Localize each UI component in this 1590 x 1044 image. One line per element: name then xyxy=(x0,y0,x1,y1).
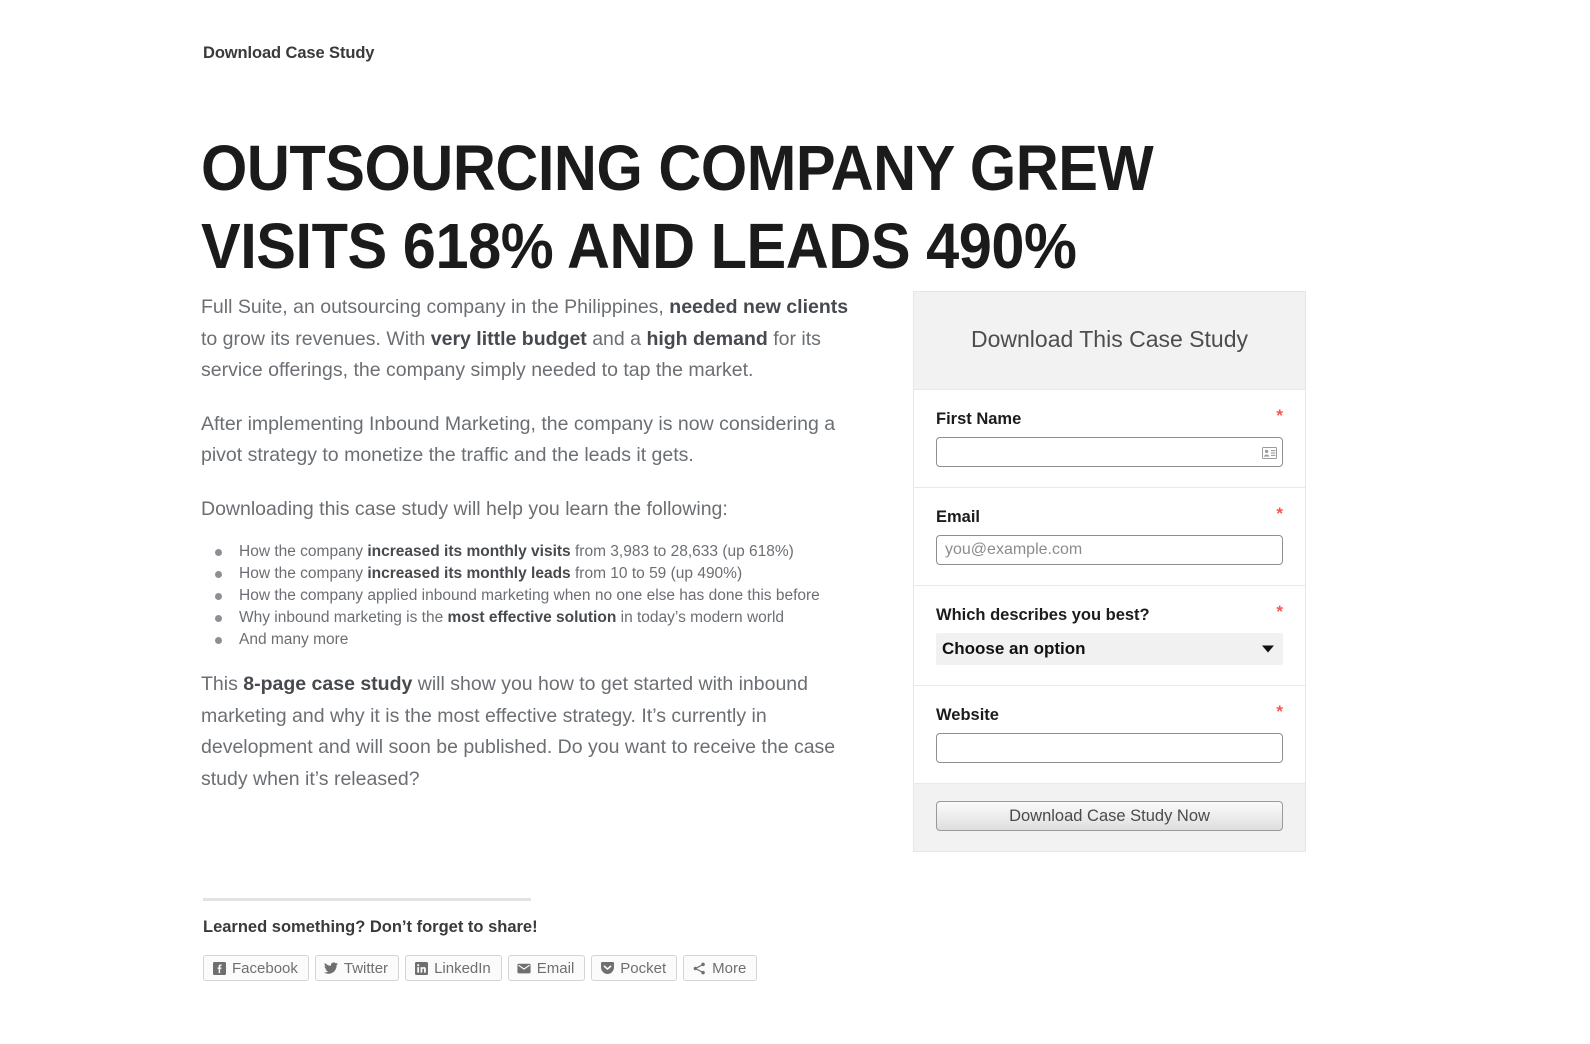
website-label: Website xyxy=(936,706,999,724)
required-asterisk: * xyxy=(1276,504,1283,523)
first-name-input[interactable] xyxy=(936,437,1283,467)
form-field-email: Email * xyxy=(914,487,1305,585)
describes-you-select[interactable]: Choose an option xyxy=(936,633,1283,665)
list-item: How the company applied inbound marketin… xyxy=(201,585,861,607)
form-field-first-name: First Name * xyxy=(914,389,1305,487)
second-paragraph: After implementing Inbound Marketing, th… xyxy=(201,412,836,467)
chevron-down-icon xyxy=(1262,645,1274,653)
article-body: Full Suite, an outsourcing company in th… xyxy=(201,292,861,817)
share-more-icon xyxy=(692,961,706,975)
pocket-icon xyxy=(600,961,614,975)
share-button-label: More xyxy=(712,959,747,977)
intro-paragraph: Full Suite, an outsourcing company in th… xyxy=(201,292,861,387)
list-item-pre: How the company applied inbound marketin… xyxy=(239,587,820,604)
twitter-icon xyxy=(323,961,338,975)
page-title: OUTSOURCING COMPANY GREW VISITS 618% AND… xyxy=(201,131,1154,282)
list-item-bold: increased its monthly visits xyxy=(367,543,571,560)
page-root: Download Case Study OUTSOURCING COMPANY … xyxy=(0,0,1590,1044)
first-name-label: First Name xyxy=(936,410,1022,428)
list-item: How the company increased its monthly vi… xyxy=(201,541,861,563)
email-label: Email xyxy=(936,508,981,526)
list-item-pre: And many more xyxy=(239,631,349,648)
list-item-pre: How the company xyxy=(239,565,368,582)
share-button-label: Pocket xyxy=(620,959,667,977)
list-item: How the company increased its monthly le… xyxy=(201,563,861,585)
intro-bold-1: needed new clients xyxy=(669,296,849,318)
closing-bold: 8-page case study xyxy=(243,673,413,695)
list-item-post: in today’s modern world xyxy=(616,609,785,626)
intro-text-2: to grow its revenues. With xyxy=(201,327,431,350)
eyebrow-label: Download Case Study xyxy=(203,44,375,62)
website-input[interactable] xyxy=(936,733,1283,763)
intro-bold-3: high demand xyxy=(646,327,768,350)
share-button-email[interactable]: Email xyxy=(507,955,586,981)
intro-text-3: and a xyxy=(586,327,647,350)
share-button-pocket[interactable]: Pocket xyxy=(591,955,678,981)
linkedin-icon xyxy=(414,961,428,975)
closing-paragraph: This 8-page case study will show you how… xyxy=(201,669,861,795)
describes-you-selected-value: Choose an option xyxy=(942,639,1086,658)
benefits-list: How the company increased its monthly vi… xyxy=(201,541,861,651)
share-button-label: LinkedIn xyxy=(434,959,491,977)
list-item-pre: Why inbound marketing is the xyxy=(239,609,448,626)
facebook-icon xyxy=(212,961,226,975)
intro-text-1: Full Suite, an outsourcing company in th… xyxy=(201,296,670,318)
download-form-panel: Download This Case Study First Name * Em… xyxy=(913,291,1306,852)
form-field-describes-you: Which describes you best? * Choose an op… xyxy=(914,585,1305,685)
required-asterisk: * xyxy=(1276,702,1283,721)
intro-bold-2: very little budget xyxy=(430,327,587,350)
share-prompt: Learned something? Don’t forget to share… xyxy=(203,918,538,936)
list-item: And many more xyxy=(201,629,861,651)
share-button-label: Email xyxy=(536,959,575,977)
share-divider xyxy=(203,898,531,901)
share-button-label: Facebook xyxy=(232,959,298,977)
list-item-bold: most effective solution xyxy=(447,609,617,626)
describes-you-label: Which describes you best? xyxy=(936,606,1150,624)
share-button-twitter[interactable]: Twitter xyxy=(314,955,400,981)
closing-text-1: This xyxy=(201,673,244,695)
list-item-pre: How the company xyxy=(239,543,368,560)
share-button-more[interactable]: More xyxy=(683,955,758,981)
email-input[interactable] xyxy=(936,535,1283,565)
form-footer: Download Case Study Now xyxy=(914,783,1305,851)
share-button-label: Twitter xyxy=(343,959,389,977)
list-item-bold: increased its monthly leads xyxy=(367,565,571,582)
list-item-post: from 3,983 to 28,633 (up 618%) xyxy=(570,543,794,560)
required-asterisk: * xyxy=(1276,602,1283,621)
share-button-row: Facebook Twitter LinkedIn Email Pocket M… xyxy=(203,955,758,981)
form-field-website: Website * xyxy=(914,685,1305,783)
download-case-study-button[interactable]: Download Case Study Now xyxy=(936,801,1283,831)
share-button-linkedin[interactable]: LinkedIn xyxy=(405,955,502,981)
list-item: Why inbound marketing is the most effect… xyxy=(201,607,861,629)
required-asterisk: * xyxy=(1276,406,1283,425)
list-lead-in: Downloading this case study will help yo… xyxy=(201,497,728,520)
list-item-post: from 10 to 59 (up 490%) xyxy=(570,565,743,582)
share-button-facebook[interactable]: Facebook xyxy=(203,955,309,981)
envelope-icon xyxy=(517,961,531,975)
form-heading: Download This Case Study xyxy=(914,292,1305,389)
